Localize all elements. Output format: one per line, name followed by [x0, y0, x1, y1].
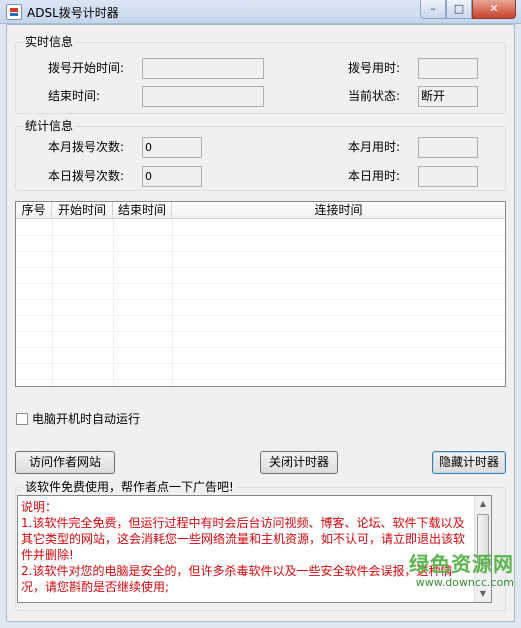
- watermark-logo: 绿色资源网 www.downcc.com: [378, 548, 518, 623]
- dial-start-label: 拨号开始时间:: [48, 61, 125, 75]
- window-title: ADSL拨号计时器: [27, 6, 119, 20]
- grid-line: [172, 219, 173, 386]
- dial-duration-label: 拨号用时:: [348, 61, 401, 75]
- grid-line: [16, 251, 505, 252]
- app-icon: [6, 4, 22, 20]
- scroll-up-icon[interactable]: ▲: [475, 496, 491, 512]
- month-time-field: [418, 137, 478, 158]
- grid-line: [16, 299, 505, 300]
- watermark-url: www.downcc.com: [415, 576, 514, 589]
- grid-line: [52, 219, 53, 386]
- month-count-field: 0: [142, 137, 202, 158]
- autorun-label[interactable]: 电脑开机时自动运行: [32, 411, 140, 427]
- visit-site-button[interactable]: 访问作者网站: [15, 451, 115, 474]
- status-field: 断开: [418, 86, 478, 107]
- title-bar[interactable]: ADSL拨号计时器 – □ ✕: [0, 0, 521, 24]
- connection-log-list[interactable]: 序号 开始时间 结束时间 连接时间: [15, 201, 506, 387]
- window-client: 实时信息 拨号开始时间: 结束时间: 拨号用时: 当前状态: 断开 统计信息 本…: [6, 24, 515, 622]
- grid-line: [16, 379, 505, 380]
- realtime-group-title: 实时信息: [23, 35, 76, 50]
- day-time-label: 本日用时:: [348, 169, 401, 183]
- close-timer-button[interactable]: 关闭计时器: [260, 451, 338, 474]
- status-label: 当前状态:: [348, 89, 401, 103]
- grid-line: [16, 347, 505, 348]
- stats-group-title: 统计信息: [23, 119, 76, 134]
- grid-line: [16, 331, 505, 332]
- grid-line: [16, 315, 505, 316]
- realtime-group: 实时信息 拨号开始时间: 结束时间: 拨号用时: 当前状态: 断开: [15, 35, 506, 114]
- autorun-checkbox[interactable]: [16, 413, 28, 425]
- hide-timer-button[interactable]: 隐藏计时器: [432, 451, 506, 474]
- close-button[interactable]: ✕: [472, 0, 516, 19]
- month-time-label: 本月用时:: [348, 140, 401, 154]
- notice-group-title: 该软件免费使用，帮作者点一下广告吧!: [23, 480, 236, 495]
- grid-line: [16, 267, 505, 268]
- day-time-field: [418, 166, 478, 187]
- watermark-text: 绿色资源网: [409, 552, 514, 576]
- column-header-start-time[interactable]: 开始时间: [52, 202, 113, 219]
- grid-line: [16, 235, 505, 236]
- dial-start-field: [142, 58, 264, 79]
- column-header-connect-time[interactable]: 连接时间: [172, 202, 505, 219]
- maximize-button[interactable]: □: [446, 0, 472, 19]
- day-count-label: 本日拨号次数:: [48, 169, 125, 183]
- stats-group: 统计信息 本月拨号次数: 0 本日拨号次数: 0 本月用时: 本日用时:: [15, 119, 506, 191]
- grid-line: [16, 363, 505, 364]
- column-header-index[interactable]: 序号: [16, 202, 52, 219]
- minimize-button[interactable]: –: [420, 0, 446, 19]
- end-time-field: [142, 86, 264, 107]
- end-time-label: 结束时间:: [48, 89, 101, 103]
- column-header-end-time[interactable]: 结束时间: [113, 202, 172, 219]
- dial-duration-field: [418, 58, 478, 79]
- month-count-label: 本月拨号次数:: [48, 140, 125, 154]
- day-count-field: 0: [142, 166, 202, 187]
- list-header: 序号 开始时间 结束时间 连接时间: [16, 202, 505, 219]
- grid-line: [113, 219, 114, 386]
- grid-line: [16, 283, 505, 284]
